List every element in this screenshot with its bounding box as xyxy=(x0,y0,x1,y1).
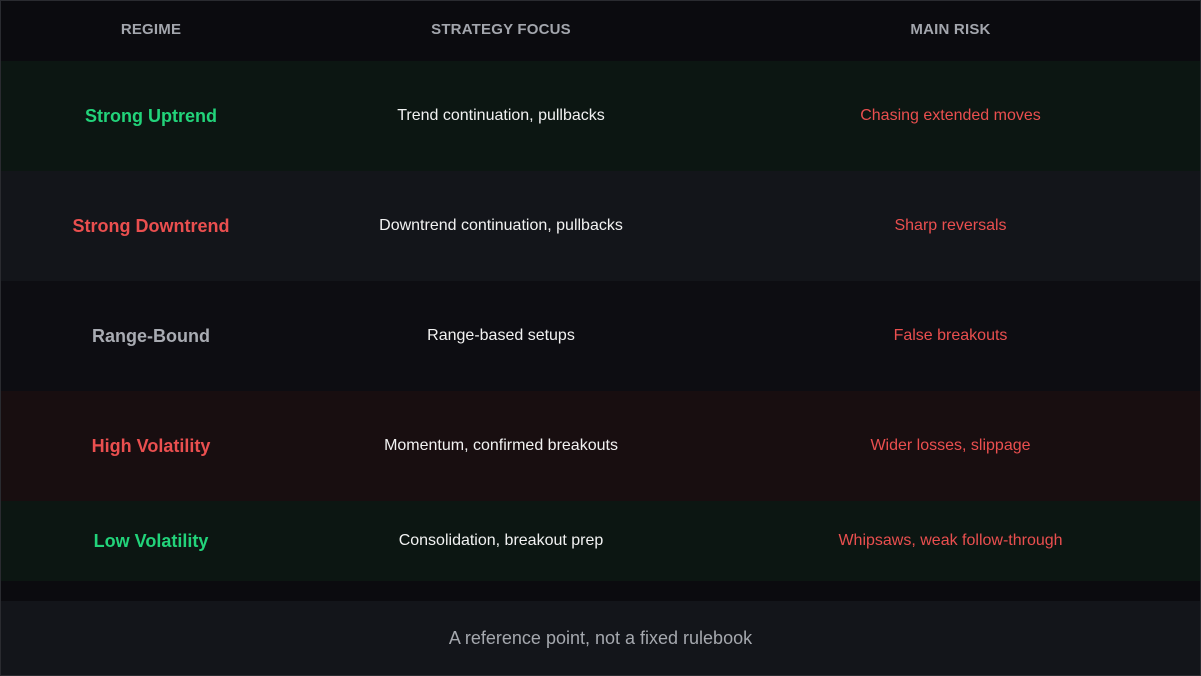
main-risk: Sharp reversals xyxy=(894,217,1007,234)
table-row: Range-Bound Range-based setups False bre… xyxy=(1,281,1200,391)
main-risk: Chasing extended moves xyxy=(860,107,1041,124)
header-strategy-focus: STRATEGY FOCUS xyxy=(431,21,571,38)
main-risk: False breakouts xyxy=(893,327,1008,344)
regime-label: Strong Uptrend xyxy=(85,105,217,126)
strategy-focus: Downtrend continuation, pullbacks xyxy=(379,217,623,234)
main-risk: Wider losses, slippage xyxy=(870,437,1031,454)
footer-text: A reference point, not a fixed rulebook xyxy=(448,627,753,648)
strategy-focus: Trend continuation, pullbacks xyxy=(397,107,605,124)
strategy-focus: Momentum, confirmed breakouts xyxy=(384,437,618,454)
regime-table-panel: REGIME STRATEGY FOCUS MAIN RISK Strong U… xyxy=(0,0,1201,676)
strategy-focus: Range-based setups xyxy=(427,327,575,344)
table-row: Low Volatility Consolidation, breakout p… xyxy=(1,501,1200,581)
regime-label: High Volatility xyxy=(91,435,211,456)
table-row: Strong Downtrend Downtrend continuation,… xyxy=(1,171,1200,281)
header-regime: REGIME xyxy=(120,21,182,38)
strategy-focus: Consolidation, breakout prep xyxy=(398,532,604,549)
table-row: High Volatility Momentum, confirmed brea… xyxy=(1,391,1200,501)
regime-label: Strong Downtrend xyxy=(72,215,230,236)
footer-note: A reference point, not a fixed rulebook xyxy=(1,601,1200,675)
regime-label: Range-Bound xyxy=(92,325,210,346)
table-row: Strong Uptrend Trend continuation, pullb… xyxy=(1,61,1200,171)
regime-label: Low Volatility xyxy=(93,530,209,551)
main-risk: Whipsaws, weak follow-through xyxy=(838,532,1063,549)
table-header: REGIME STRATEGY FOCUS MAIN RISK xyxy=(1,1,1200,61)
header-main-risk: MAIN RISK xyxy=(910,21,991,38)
